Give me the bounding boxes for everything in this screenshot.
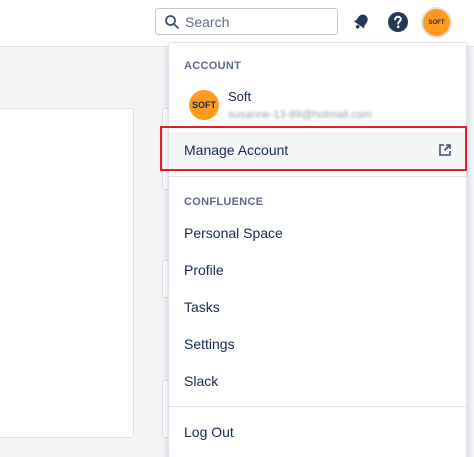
profile-email: susanne-13-89@hotmail.com (228, 109, 372, 121)
menu-divider (169, 176, 466, 177)
tasks-menu-item[interactable]: Tasks (169, 289, 466, 325)
menu-item-label: Slack (184, 373, 219, 389)
avatar-initials: SOFT (428, 19, 445, 26)
menu-item-label: Profile (184, 262, 224, 278)
user-avatar-button[interactable]: SOFT (423, 9, 450, 36)
menu-divider (169, 406, 466, 407)
search-icon (165, 15, 179, 29)
account-section-heading: ACCOUNT (184, 60, 242, 72)
highlight-box (160, 126, 467, 171)
menu-item-label: Settings (184, 336, 235, 352)
log-out-menu-item[interactable]: Log Out (169, 414, 466, 450)
confluence-section-heading: CONFLUENCE (184, 196, 264, 208)
profile-menu-item[interactable]: Profile (169, 252, 466, 288)
log-out-label: Log Out (184, 424, 234, 440)
settings-menu-item[interactable]: Settings (169, 326, 466, 362)
help-icon[interactable] (387, 11, 409, 33)
page: Search SOFT ACCOUNT SOFT Soft susanne-13… (0, 0, 474, 457)
menu-item-label: Tasks (184, 299, 220, 315)
top-navigation-bar: Search SOFT (0, 0, 474, 47)
personal-space-menu-item[interactable]: Personal Space (169, 215, 466, 251)
profile-name: Soft (228, 89, 252, 104)
slack-menu-item[interactable]: Slack (169, 363, 466, 399)
account-dropdown-menu: ACCOUNT SOFT Soft susanne-13-89@hotmail.… (168, 42, 467, 457)
content-card (0, 108, 134, 438)
notification-bell-icon[interactable] (350, 11, 372, 33)
profile-avatar: SOFT (189, 90, 219, 120)
menu-item-label: Personal Space (184, 225, 283, 241)
search-placeholder: Search (185, 14, 230, 30)
profile-avatar-initials: SOFT (192, 100, 216, 110)
search-input[interactable]: Search (155, 8, 338, 35)
